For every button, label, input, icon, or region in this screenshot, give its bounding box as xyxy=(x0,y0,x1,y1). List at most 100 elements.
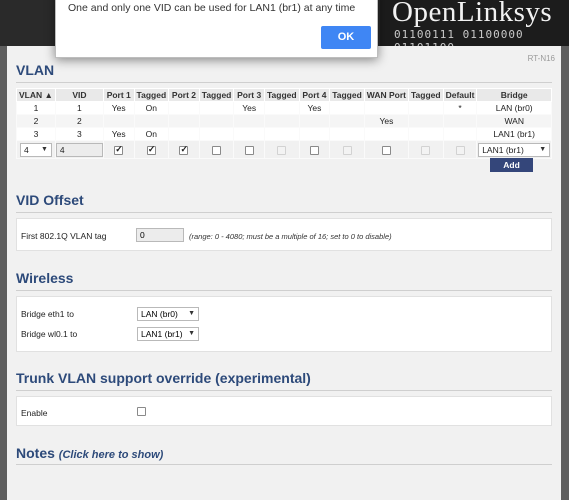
port2-checkbox[interactable] xyxy=(179,144,189,155)
cell xyxy=(233,114,265,128)
cell: 3 xyxy=(54,127,104,141)
cell: 3 xyxy=(16,127,56,141)
cell: Yes xyxy=(233,101,265,115)
col-header-port3-tagged[interactable]: Tagged xyxy=(263,88,300,102)
port3-tagged-checkbox xyxy=(277,145,287,155)
col-header-port1-tagged[interactable]: Tagged xyxy=(133,88,170,102)
notes-divider xyxy=(16,464,552,465)
col-header-port4-tagged[interactable]: Tagged xyxy=(329,88,365,102)
bridge-eth1-select[interactable]: LAN (br0) ▼ xyxy=(137,307,199,321)
cell xyxy=(363,101,410,115)
col-header-default[interactable]: Default xyxy=(442,88,478,102)
ok-button[interactable]: OK xyxy=(321,26,371,49)
vlan-table: VLAN ▲ VID Port 1 Tagged Port 2 Tagged P… xyxy=(16,88,552,159)
cell: Yes xyxy=(102,127,135,141)
cell xyxy=(168,114,200,128)
chevron-down-icon: ▼ xyxy=(41,145,48,153)
alert-dialog: One and only one VID can be used for LAN… xyxy=(55,0,378,58)
cell: * xyxy=(442,101,478,115)
cell xyxy=(442,127,478,141)
cell: 1 xyxy=(54,101,104,115)
cell xyxy=(102,114,135,128)
wan-port-checkbox[interactable] xyxy=(381,145,391,155)
vid-offset-divider xyxy=(16,212,552,213)
cell xyxy=(408,114,444,128)
cell: 1 xyxy=(16,101,56,115)
port1-tagged-checkbox[interactable] xyxy=(146,144,156,155)
port4-checkbox[interactable] xyxy=(309,145,319,155)
bridge-wl01-select[interactable]: LAN1 (br1) ▼ xyxy=(137,327,199,341)
vid-offset-panel: First 802.1Q VLAN tag 0 (range: 0 - 4080… xyxy=(16,218,552,251)
bridge-eth1-value: LAN (br0) xyxy=(141,309,178,319)
cell xyxy=(408,127,444,141)
wireless-divider xyxy=(16,290,552,291)
port2-tagged-checkbox[interactable] xyxy=(212,145,222,155)
alert-message: One and only one VID can be used for LAN… xyxy=(68,2,356,14)
cell xyxy=(133,114,170,128)
col-header-port1[interactable]: Port 1 xyxy=(102,88,135,102)
cell xyxy=(298,127,331,141)
router-model: RT-N16 xyxy=(527,54,555,63)
cell: Yes xyxy=(298,101,331,115)
table-row[interactable]: 3 3 Yes On LAN1 (br1) xyxy=(16,127,552,141)
vlan-number-value: 4 xyxy=(23,144,29,155)
bridge-wl01-label: Bridge wl0.1 to xyxy=(21,329,78,339)
col-header-wan-tagged[interactable]: Tagged xyxy=(408,88,444,102)
col-header-port3[interactable]: Port 3 xyxy=(233,88,265,102)
vid-input[interactable]: 4 xyxy=(55,142,103,157)
main-content: RT-N16 VLAN VLAN ▲ VID Port 1 Tagged Por… xyxy=(7,46,561,500)
vlan-section-title: VLAN xyxy=(16,62,55,78)
vid-offset-label: First 802.1Q VLAN tag xyxy=(21,231,107,241)
cell xyxy=(168,127,200,141)
col-header-vid[interactable]: VID xyxy=(54,88,104,102)
cell xyxy=(363,127,410,141)
brand-logo: OpenLinksys 01100111 01100000 01101100 xyxy=(380,0,569,54)
vlan-section-divider xyxy=(16,82,552,83)
cell: On xyxy=(133,127,170,141)
col-header-vlan[interactable]: VLAN ▲ xyxy=(16,88,56,102)
col-header-bridge[interactable]: Bridge xyxy=(476,88,552,102)
cell xyxy=(233,127,265,141)
cell xyxy=(263,127,300,141)
cell xyxy=(263,114,300,128)
vlan-number-select[interactable]: 4 ▼ xyxy=(19,142,52,157)
cell xyxy=(329,114,365,128)
cell: LAN (br0) xyxy=(476,101,552,115)
port3-checkbox[interactable] xyxy=(244,145,254,155)
notes-section-title: Notes (Click here to show) xyxy=(16,445,163,461)
trunk-enable-checkbox[interactable] xyxy=(137,407,146,416)
col-header-wan-port[interactable]: WAN Port xyxy=(363,88,410,102)
vid-offset-input[interactable]: 0 xyxy=(136,228,184,242)
brand-title: OpenLinksys xyxy=(392,0,553,28)
cell xyxy=(298,114,331,128)
cell xyxy=(329,127,365,141)
cell xyxy=(329,101,365,115)
table-row[interactable]: 2 2 Yes WAN xyxy=(16,114,552,128)
vlan-table-header: VLAN ▲ VID Port 1 Tagged Port 2 Tagged P… xyxy=(16,88,552,102)
cell xyxy=(198,127,235,141)
port1-checkbox[interactable] xyxy=(114,144,124,155)
cell xyxy=(408,101,444,115)
cell: Yes xyxy=(102,101,135,115)
notes-show-link[interactable]: (Click here to show) xyxy=(59,449,164,461)
cell xyxy=(198,114,235,128)
cell: 2 xyxy=(16,114,56,128)
vid-offset-section-title: VID Offset xyxy=(16,192,84,208)
cell xyxy=(168,101,200,115)
cell: Yes xyxy=(363,114,410,128)
trunk-enable-label: Enable xyxy=(21,408,48,418)
add-vlan-button[interactable]: Add xyxy=(490,158,533,172)
trunk-divider xyxy=(16,390,552,391)
col-header-port4[interactable]: Port 4 xyxy=(298,88,331,102)
cell xyxy=(263,101,300,115)
table-row[interactable]: 1 1 Yes On Yes Yes * LAN (br0) xyxy=(16,101,552,115)
cell: On xyxy=(133,101,170,115)
wireless-section-title: Wireless xyxy=(16,270,74,286)
col-header-port2[interactable]: Port 2 xyxy=(168,88,200,102)
wireless-panel: Bridge eth1 to LAN (br0) ▼ Bridge wl0.1 … xyxy=(16,296,552,352)
bridge-select[interactable]: LAN1 (br1) ▼ xyxy=(478,142,551,157)
wan-tagged-checkbox xyxy=(421,145,431,155)
bridge-eth1-label: Bridge eth1 to xyxy=(21,309,74,319)
col-header-port2-tagged[interactable]: Tagged xyxy=(198,88,235,102)
trunk-panel: Enable xyxy=(16,396,552,426)
